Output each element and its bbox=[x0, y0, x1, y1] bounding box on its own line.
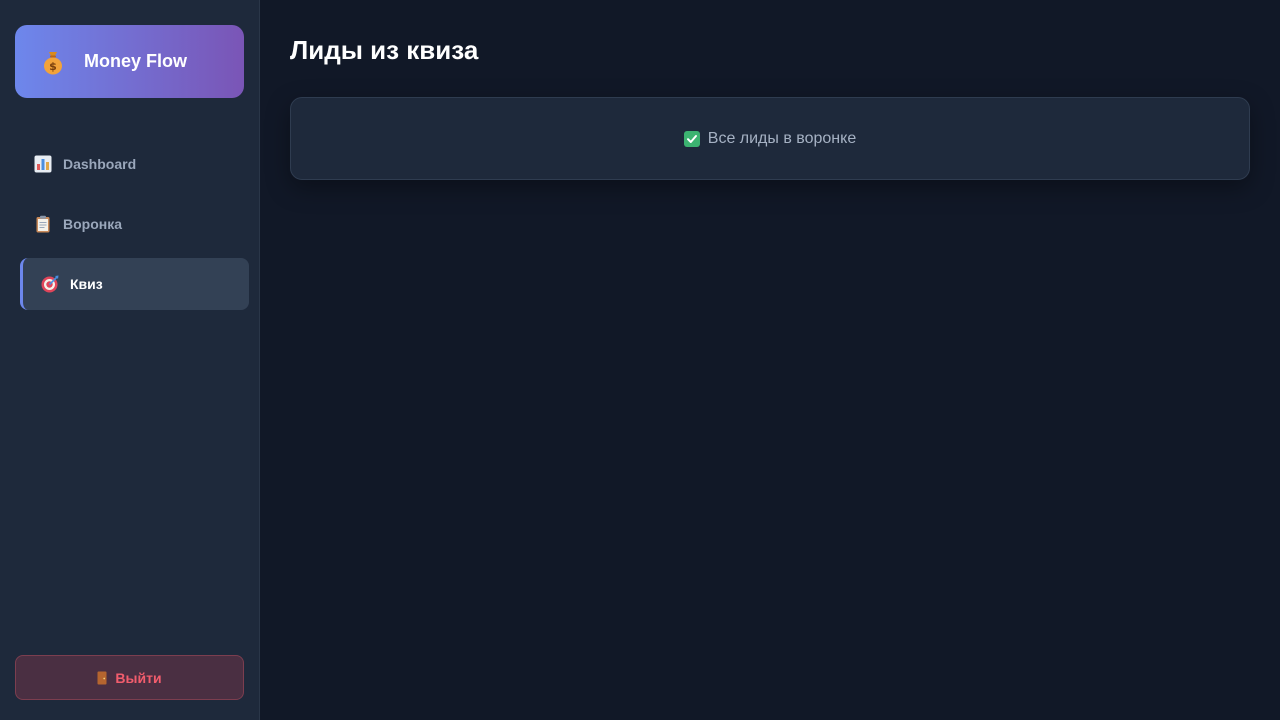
brand-logo[interactable]: $ Money Flow bbox=[15, 25, 244, 98]
door-icon bbox=[97, 671, 107, 685]
sidebar-item-quiz[interactable]: Квиз bbox=[20, 258, 249, 310]
logout-button[interactable]: Выйти bbox=[15, 655, 244, 700]
sidebar-nav: Dashboard Воронка Квиз bbox=[0, 138, 260, 318]
clipboard-icon bbox=[34, 215, 52, 233]
sidebar-item-funnel[interactable]: Воронка bbox=[20, 198, 249, 250]
sidebar: $ Money Flow Dashboard Воронка Квиз Выйт… bbox=[0, 0, 260, 720]
target-icon bbox=[41, 275, 59, 293]
page-title: Лиды из квиза bbox=[290, 35, 479, 65]
sidebar-item-dashboard[interactable]: Dashboard bbox=[20, 138, 249, 190]
sidebar-item-label: Dashboard bbox=[63, 156, 137, 172]
bar-chart-icon bbox=[34, 155, 52, 173]
app-root: $ Money Flow Dashboard Воронка Квиз Выйт… bbox=[0, 0, 1280, 720]
svg-text:$: $ bbox=[49, 60, 57, 73]
money-bag-icon: $ bbox=[39, 48, 67, 76]
logout-label: Выйти bbox=[115, 669, 162, 686]
notice-text: Все лиды в воронке bbox=[707, 129, 857, 147]
empty-state-notice: Все лиды в воронке bbox=[683, 129, 857, 148]
brand-title: Money Flow bbox=[84, 51, 187, 71]
checkmark-icon bbox=[683, 130, 700, 147]
leads-card: Все лиды в воронке bbox=[290, 97, 1250, 180]
sidebar-item-label: Воронка bbox=[63, 216, 123, 232]
main-content: Лиды из квиза Все лиды в воронке bbox=[260, 0, 1280, 720]
sidebar-item-label: Квиз bbox=[70, 276, 103, 292]
